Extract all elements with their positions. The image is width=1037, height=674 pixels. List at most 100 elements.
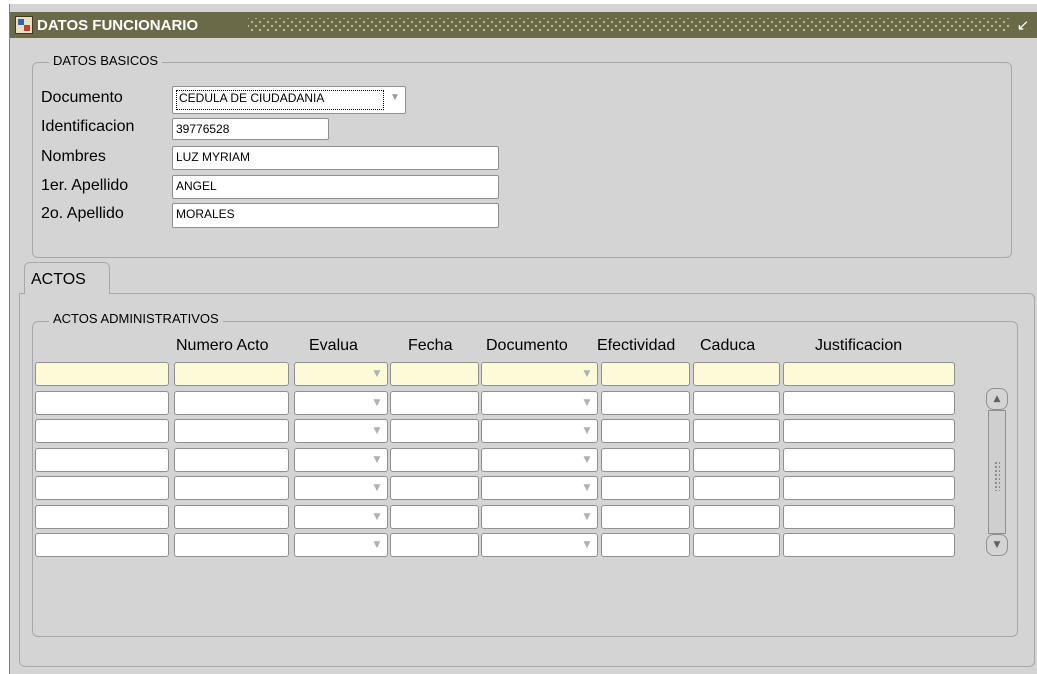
cell-evalua[interactable]: ▼ xyxy=(294,448,388,472)
forms-app-icon xyxy=(15,16,33,34)
cell-justificacion[interactable] xyxy=(783,533,955,557)
cell-numero-acto[interactable] xyxy=(174,419,289,443)
nombres-label: Nombres xyxy=(41,148,106,165)
actos-scrollbar[interactable]: ▲ ▼ xyxy=(986,388,1010,556)
documento-label: Documento xyxy=(41,89,123,106)
scroll-up-icon[interactable]: ▲ xyxy=(986,388,1008,410)
cell-justificacion[interactable] xyxy=(783,391,955,415)
chevron-down-icon[interactable]: ▼ xyxy=(579,479,595,497)
chevron-down-icon[interactable]: ▼ xyxy=(579,536,595,554)
tab-actos[interactable]: ACTOS xyxy=(24,262,110,294)
cell-caduca[interactable] xyxy=(693,448,780,472)
cell-caduca[interactable] xyxy=(693,533,780,557)
cell-fecha[interactable] xyxy=(390,419,479,443)
cell-evalua[interactable]: ▼ xyxy=(294,533,388,557)
apellido2-field[interactable]: MORALES xyxy=(172,203,499,228)
cell-documento[interactable]: ▼ xyxy=(481,419,598,443)
cell-numero-acto[interactable] xyxy=(174,476,289,500)
cell-justificacion[interactable] xyxy=(783,476,955,500)
titlebar-pattern xyxy=(248,18,1010,32)
chevron-down-icon[interactable]: ▼ xyxy=(369,394,385,412)
cell-blank[interactable] xyxy=(35,419,169,443)
datos-basicos-label: DATOS BASICOS xyxy=(49,53,162,68)
cell-justificacion[interactable] xyxy=(783,419,955,443)
cell-efectividad[interactable] xyxy=(601,533,690,557)
cell-blank[interactable] xyxy=(35,505,169,529)
documento-dropdown[interactable]: CEDULA DE CIUDADANIA ▼ xyxy=(172,86,406,114)
cell-documento[interactable]: ▼ xyxy=(481,533,598,557)
chevron-down-icon[interactable]: ▼ xyxy=(369,508,385,526)
window-title: DATOS FUNCIONARIO xyxy=(37,17,199,34)
chevron-down-icon[interactable]: ▼ xyxy=(369,479,385,497)
col-header-efectividad: Efectividad xyxy=(597,337,676,354)
minimize-icon[interactable]: ↙ xyxy=(1015,17,1031,33)
cell-blank[interactable] xyxy=(35,533,169,557)
cell-blank[interactable] xyxy=(35,448,169,472)
col-header-documento: Documento xyxy=(486,337,568,354)
scroll-grip xyxy=(994,461,1000,491)
chevron-down-icon[interactable]: ▼ xyxy=(579,365,595,383)
chevron-down-icon[interactable]: ▼ xyxy=(369,422,385,440)
window-titlebar[interactable]: DATOS FUNCIONARIO ↙ xyxy=(10,12,1037,38)
cell-caduca[interactable] xyxy=(693,362,780,386)
cell-efectividad[interactable] xyxy=(601,391,690,415)
cell-caduca[interactable] xyxy=(693,391,780,415)
cell-caduca[interactable] xyxy=(693,419,780,443)
apellido1-label: 1er. Apellido xyxy=(41,177,129,194)
cell-caduca[interactable] xyxy=(693,476,780,500)
cell-documento[interactable]: ▼ xyxy=(481,362,598,386)
cell-numero-acto[interactable] xyxy=(174,362,289,386)
cell-justificacion[interactable] xyxy=(783,448,955,472)
cell-caduca[interactable] xyxy=(693,505,780,529)
col-header-justificacion: Justificacion xyxy=(815,337,903,354)
cell-numero-acto[interactable] xyxy=(174,448,289,472)
cell-efectividad[interactable] xyxy=(601,419,690,443)
cell-evalua[interactable]: ▼ xyxy=(294,419,388,443)
cell-efectividad[interactable] xyxy=(601,362,690,386)
cell-documento[interactable]: ▼ xyxy=(481,505,598,529)
cell-efectividad[interactable] xyxy=(601,448,690,472)
scroll-down-icon[interactable]: ▼ xyxy=(986,534,1008,556)
cell-evalua[interactable]: ▼ xyxy=(294,505,388,529)
cell-blank[interactable] xyxy=(35,362,169,386)
cell-documento[interactable]: ▼ xyxy=(481,476,598,500)
cell-fecha[interactable] xyxy=(390,362,479,386)
chevron-down-icon[interactable]: ▼ xyxy=(369,451,385,469)
cell-evalua[interactable]: ▼ xyxy=(294,391,388,415)
cell-fecha[interactable] xyxy=(390,391,479,415)
cell-numero-acto[interactable] xyxy=(174,391,289,415)
cell-documento[interactable]: ▼ xyxy=(481,391,598,415)
col-header-numero-acto: Numero Acto xyxy=(176,337,269,354)
col-header-evalua: Evalua xyxy=(309,337,358,354)
cell-fecha[interactable] xyxy=(390,476,479,500)
cell-blank[interactable] xyxy=(35,391,169,415)
cell-fecha[interactable] xyxy=(390,533,479,557)
nombres-field[interactable]: LUZ MYRIAM xyxy=(172,146,499,170)
scroll-thumb[interactable] xyxy=(988,410,1006,534)
documento-value: CEDULA DE CIUDADANIA xyxy=(176,90,384,110)
cell-numero-acto[interactable] xyxy=(174,533,289,557)
cell-fecha[interactable] xyxy=(390,448,479,472)
identificacion-field[interactable]: 39776528 xyxy=(172,118,329,140)
chevron-down-icon[interactable]: ▼ xyxy=(579,451,595,469)
apellido1-field[interactable]: ANGEL xyxy=(172,175,499,199)
cell-documento[interactable]: ▼ xyxy=(481,448,598,472)
cell-blank[interactable] xyxy=(35,476,169,500)
chevron-down-icon[interactable]: ▼ xyxy=(369,365,385,383)
cell-justificacion[interactable] xyxy=(783,505,955,529)
chevron-down-icon[interactable]: ▼ xyxy=(579,422,595,440)
chevron-down-icon[interactable]: ▼ xyxy=(579,394,595,412)
chevron-down-icon[interactable]: ▼ xyxy=(579,508,595,526)
apellido2-label: 2o. Apellido xyxy=(41,205,124,222)
cell-evalua[interactable]: ▼ xyxy=(294,362,388,386)
chevron-down-icon[interactable]: ▼ xyxy=(387,89,403,107)
cell-efectividad[interactable] xyxy=(601,476,690,500)
col-header-fecha: Fecha xyxy=(408,337,453,354)
col-header-caduca: Caduca xyxy=(700,337,756,354)
chevron-down-icon[interactable]: ▼ xyxy=(369,536,385,554)
cell-efectividad[interactable] xyxy=(601,505,690,529)
cell-numero-acto[interactable] xyxy=(174,505,289,529)
cell-justificacion[interactable] xyxy=(783,362,955,386)
cell-fecha[interactable] xyxy=(390,505,479,529)
cell-evalua[interactable]: ▼ xyxy=(294,476,388,500)
